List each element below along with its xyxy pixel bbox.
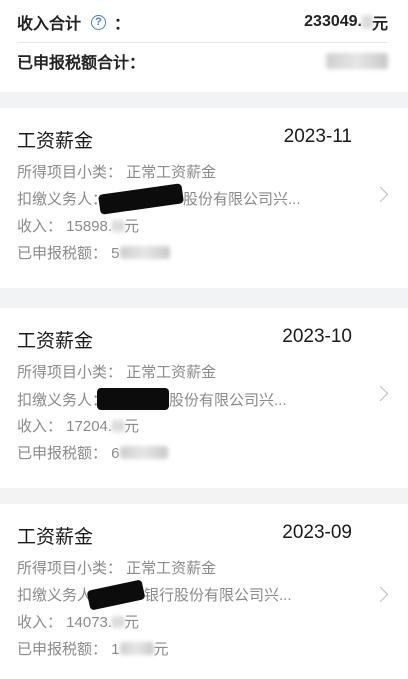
income-total-value-text: 233049. [304,13,362,30]
redacted-company-name [98,182,184,215]
income-total-label: 收入合计 ? ： [17,10,130,34]
income-unit: 元 [124,418,140,435]
redacted-digits [112,219,125,232]
record-period: 2023-09 [282,522,352,543]
income-unit: 元 [124,614,140,631]
record-income: 收入： 17204. 元 [17,415,139,436]
record-subcategory: 所得项目小类： 正常工资薪金 [17,364,217,381]
tax-value: 已申报税额： 1 [17,641,120,658]
income-value: 收入： 15898. [17,218,113,235]
tax-value: 已申报税额： 6 [17,445,120,462]
record-title: 工资薪金 [17,331,94,352]
record-withholder: 扣缴义务人： 股份有限公司兴... [17,182,301,215]
record-income: 收入： 14073. 元 [17,611,139,632]
record-tax: 已申报税额： 5 [17,242,170,263]
income-record-card[interactable]: 工资薪金 2023-10 所得项目小类： 正常工资薪金 扣缴义务人： 股份有限公… [0,308,408,488]
record-tax: 已申报税额： 1 元 [17,638,169,659]
income-total-label-text: 收入合计 [17,16,82,33]
record-period: 2023-10 [282,326,352,347]
redacted-digits [112,419,125,432]
record-subcategory: 所得项目小类： 正常工资薪金 [17,560,217,577]
redacted-digits [361,15,372,29]
chevron-right-icon[interactable] [372,385,389,402]
redacted-digits [119,246,170,259]
record-subcategory: 所得项目小类： 正常工资薪金 [17,164,217,181]
redacted-tax-total [326,53,388,69]
redacted-company-name [86,578,146,611]
tax-total-value [326,53,388,69]
withholder-label: 扣缴义务人 [17,587,93,604]
record-title: 工资薪金 [17,131,94,152]
income-unit: 元 [124,218,140,235]
income-value: 收入： 14073. [17,614,113,631]
tax-summary-panel: 收入合计 ? ： 233049. 元 已申报税额合计： [0,0,408,92]
withholder-label: 扣缴义务人： [17,191,108,208]
withholder-label: 扣缴义务人： [17,391,108,409]
redacted-digits [119,446,168,459]
income-total-colon: ： [114,16,131,33]
record-tax: 已申报税额： 6 [17,442,168,463]
question-circle-icon[interactable]: ? [91,14,107,30]
tax-total-label: 已申报税额合计： [17,55,146,72]
tax-value: 已申报税额： 5 [17,245,120,262]
redacted-company-name [97,388,170,410]
chevron-right-icon[interactable] [372,186,389,203]
income-value: 收入： 17204. [17,418,113,435]
withholder-name: 股份有限公司兴... [169,391,287,409]
withholder-name: 银行股份有限公司兴... [144,587,292,604]
redacted-digits [119,642,154,655]
redacted-digits [112,615,125,628]
chevron-right-icon[interactable] [372,586,389,603]
record-withholder: 扣缴义务人 银行股份有限公司兴... [17,578,292,611]
record-income: 收入： 15898. 元 [17,215,139,236]
income-record-card[interactable]: 工资薪金 2023-11 所得项目小类： 正常工资薪金 扣缴义务人： 股份有限公… [0,108,408,288]
tax-total-row: 已申报税额合计： [17,49,388,73]
record-period: 2023-11 [283,126,352,147]
income-total-value: 233049. 元 [304,10,388,34]
withholder-name: 股份有限公司兴... [183,191,301,208]
record-withholder: 扣缴义务人： 股份有限公司兴... [17,388,287,410]
income-record-card[interactable]: 工资薪金 2023-09 所得项目小类： 正常工资薪金 扣缴义务人 银行股份有限… [0,504,408,679]
record-title: 工资薪金 [17,527,94,548]
income-total-unit: 元 [371,16,388,33]
tax-unit: 元 [153,641,169,658]
summary-divider [17,42,388,43]
income-total-row: 收入合计 ? ： 233049. 元 [17,10,388,34]
